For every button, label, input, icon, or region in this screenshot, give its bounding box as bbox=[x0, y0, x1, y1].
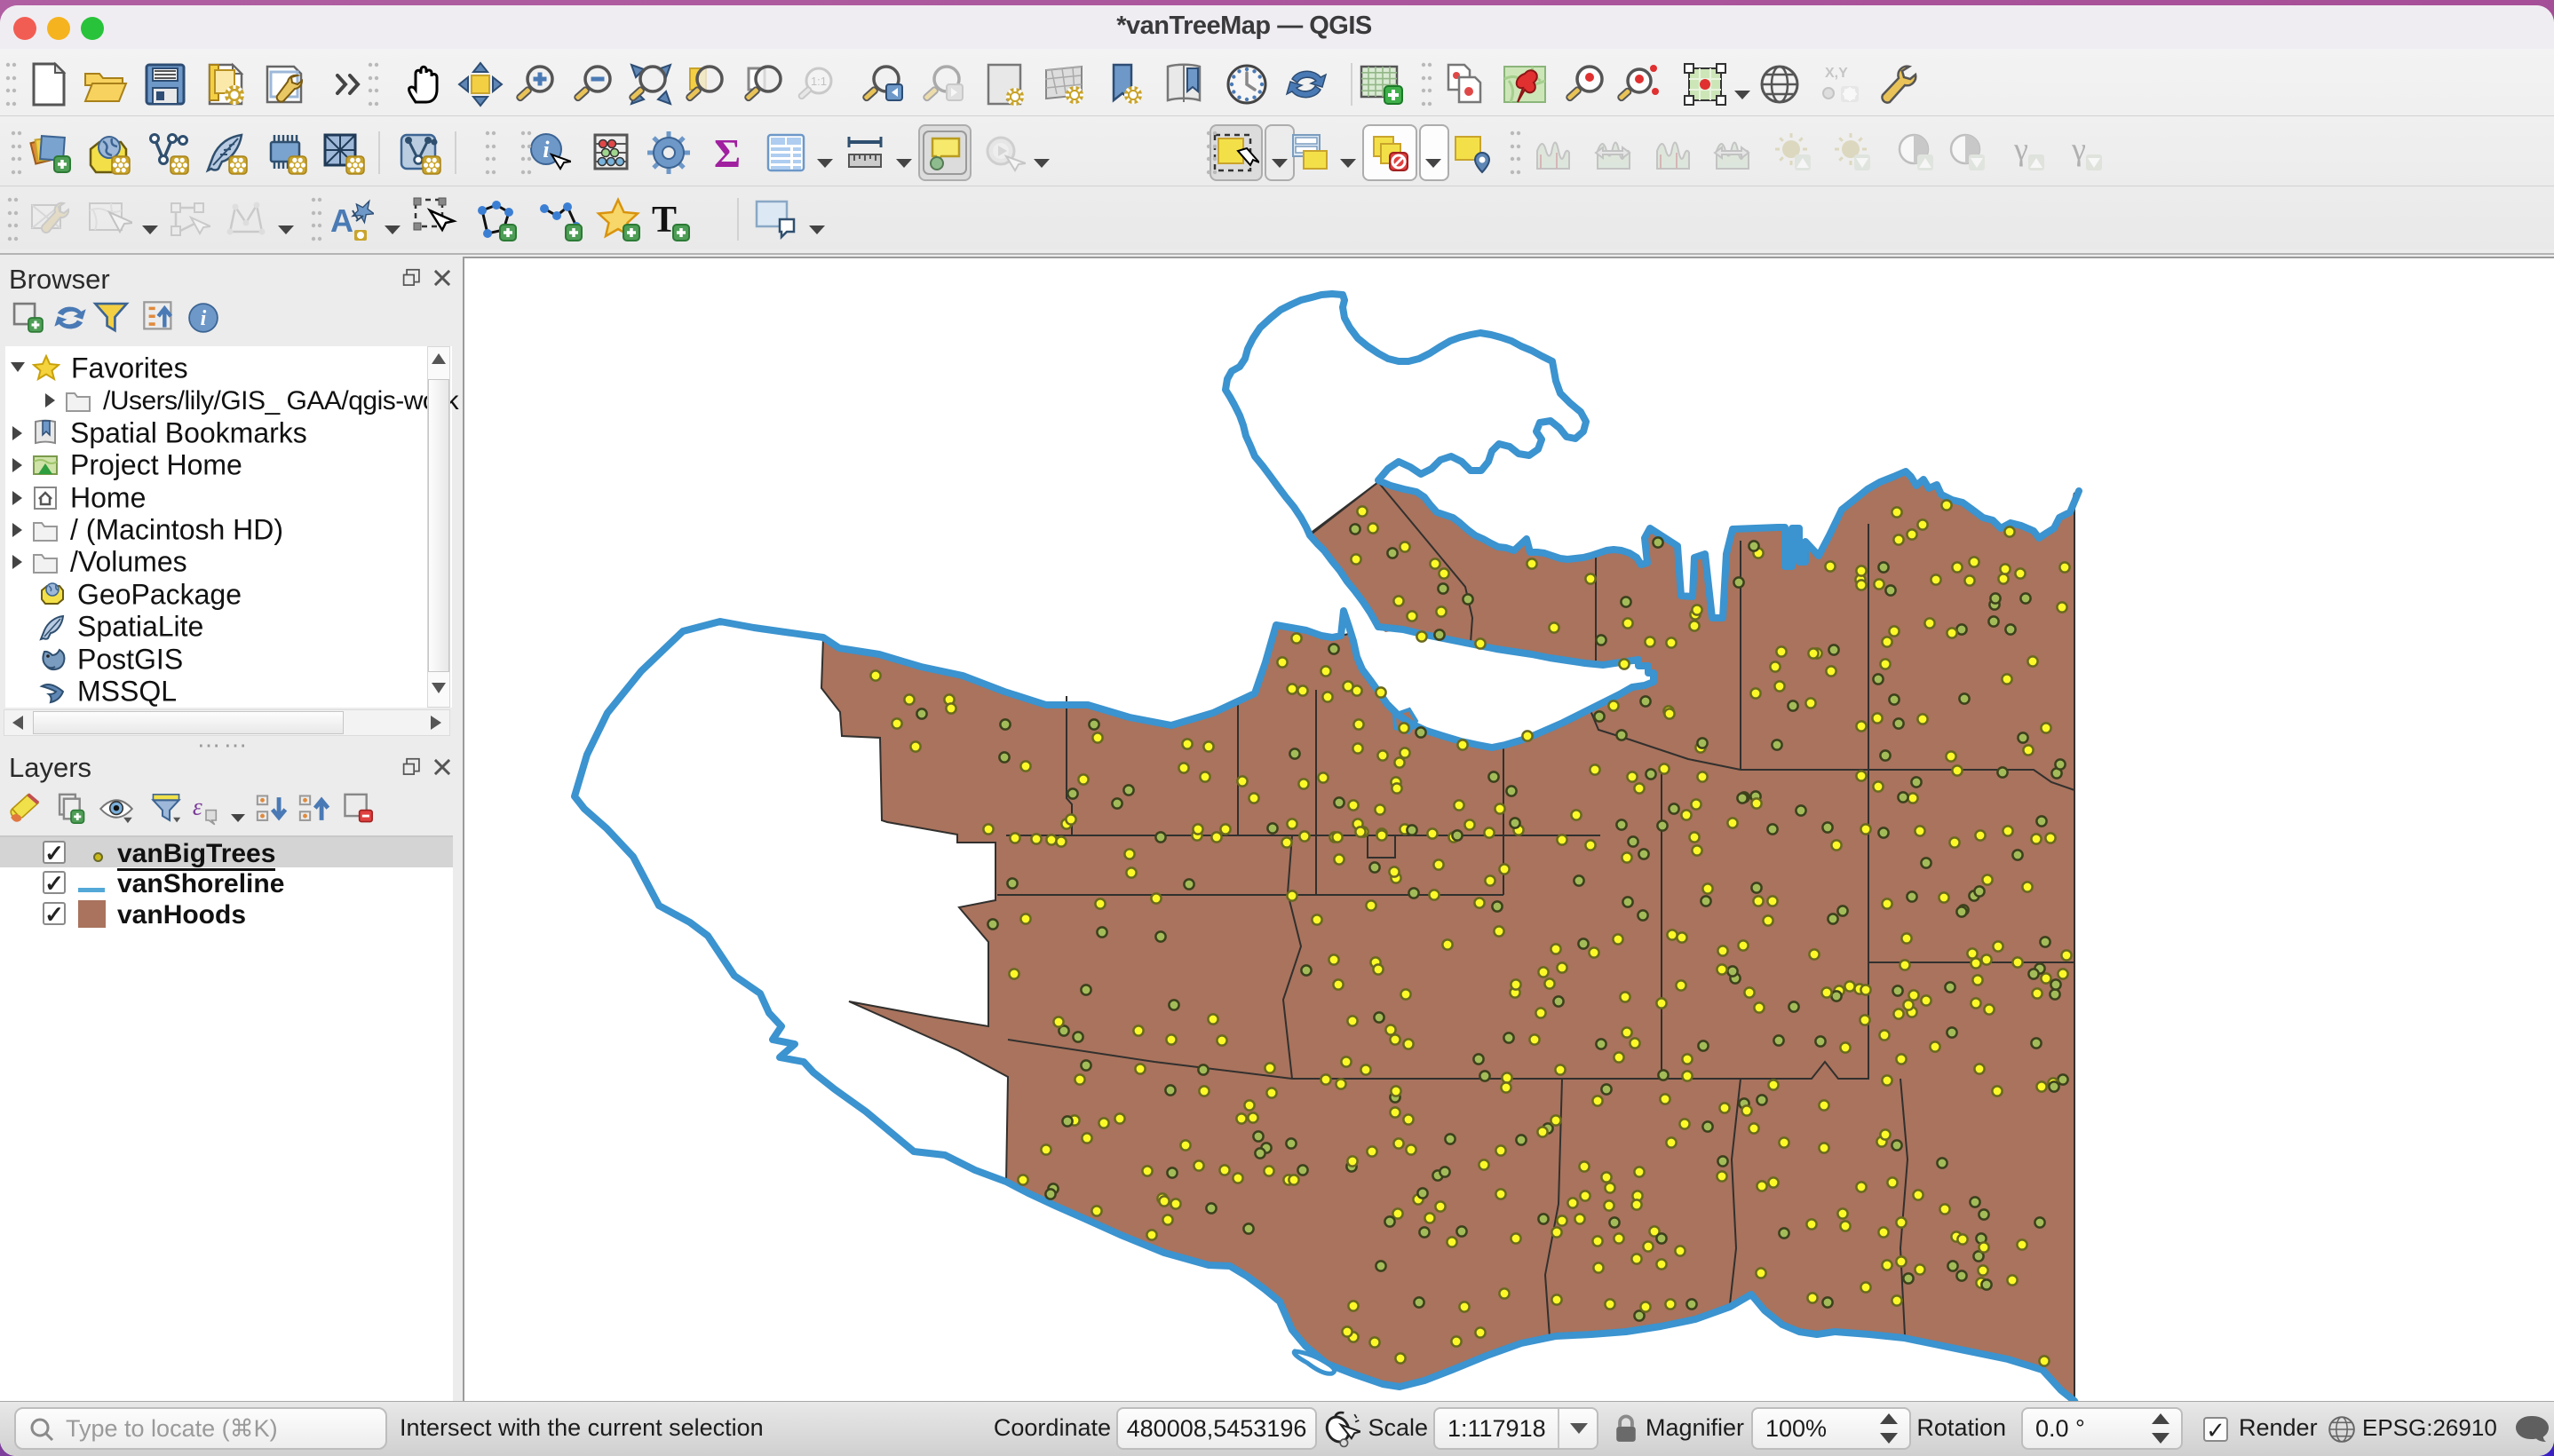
svg-text:ε: ε bbox=[193, 793, 202, 819]
svg-text:γ: γ bbox=[2071, 131, 2086, 167]
svg-text:i: i bbox=[201, 307, 207, 330]
svg-text:Σ: Σ bbox=[714, 131, 741, 176]
svg-text:1:1: 1:1 bbox=[811, 75, 827, 88]
svg-text:X,Y: X,Y bbox=[1825, 66, 1848, 81]
svg-text:γ: γ bbox=[2013, 131, 2028, 167]
svg-text:i: i bbox=[543, 137, 550, 162]
svg-text:A: A bbox=[330, 202, 353, 239]
